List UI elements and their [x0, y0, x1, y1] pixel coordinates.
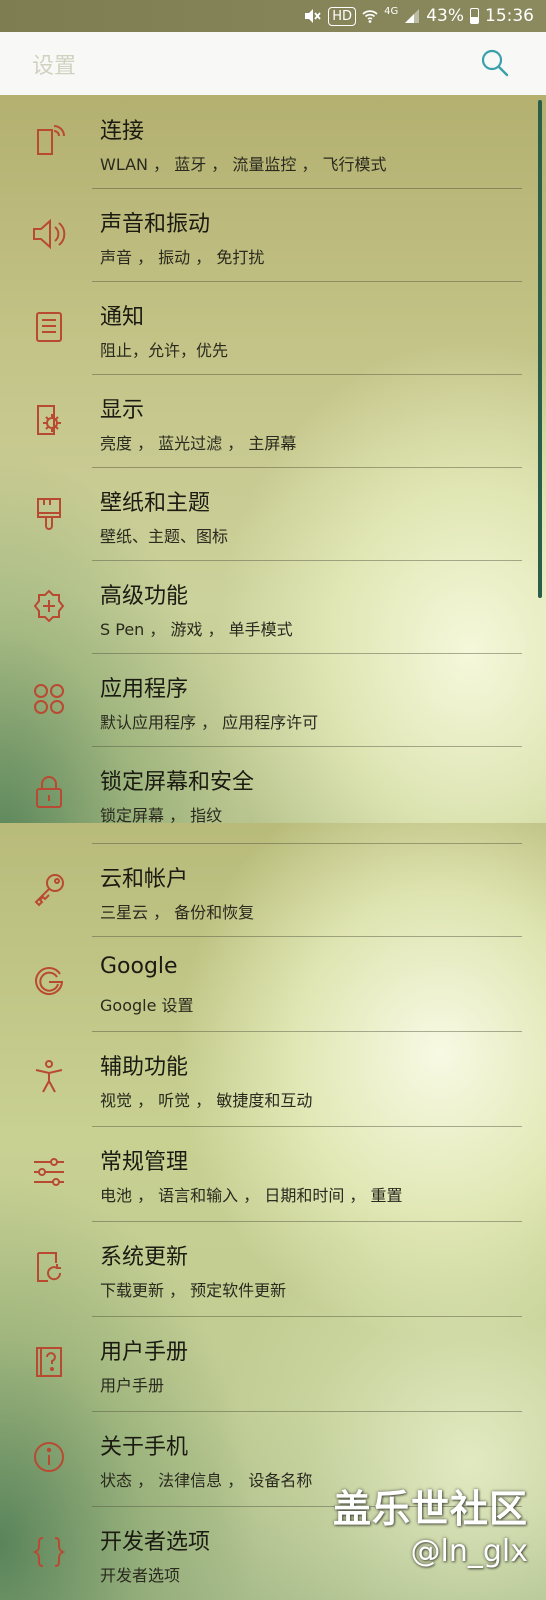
update-icon: [30, 1248, 68, 1286]
braces-icon: [30, 1533, 68, 1571]
item-title: 连接: [100, 119, 145, 144]
item-subtitle: S Pen ， 游戏 ， 单手模式: [100, 620, 293, 639]
item-title: 通知: [100, 305, 145, 330]
settings-item-connections[interactable]: 连接 WLAN ， 蓝牙 ， 流量监控 ， 飞行模式: [0, 95, 522, 188]
settings-item-apps[interactable]: 应用程序 默认应用程序 ， 应用程序许可: [0, 653, 522, 746]
accessibility-icon: [30, 1058, 68, 1096]
item-subtitle: 电池 ， 语言和输入 ， 日期和时间 ， 重置: [100, 1186, 403, 1205]
item-subtitle: 开发者选项: [100, 1566, 181, 1585]
item-subtitle: 状态 ， 法律信息 ， 设备名称: [100, 1471, 313, 1490]
cut-off-section: 锁定屏幕和安全 锁定屏幕 ， 指纹: [0, 746, 546, 823]
item-title: 应用程序: [100, 677, 189, 702]
item-title: 系统更新: [100, 1245, 189, 1270]
item-title: 辅助功能: [100, 1055, 189, 1080]
item-subtitle: 用户手册: [100, 1376, 165, 1395]
item-title: 壁纸和主题: [100, 491, 211, 516]
lock-icon: [30, 773, 68, 811]
watermark-handle: @ln_glx: [410, 1534, 528, 1569]
key-icon: [30, 870, 68, 908]
info-icon: [30, 1438, 68, 1476]
apps-icon: [30, 680, 68, 718]
item-title: 高级功能: [100, 584, 189, 609]
item-subtitle: 视觉 ， 听觉 ， 敏捷度和互动: [100, 1091, 313, 1110]
item-subtitle: 三星云 ， 备份和恢复: [100, 903, 255, 922]
search-icon: [481, 49, 509, 77]
connections-icon: [30, 122, 68, 160]
item-subtitle: 声音 ， 振动 ， 免打扰: [100, 248, 265, 267]
clock: 15:36: [485, 6, 534, 26]
app-header: 设置: [0, 32, 546, 95]
signal-icon: [404, 8, 420, 24]
item-title: 关于手机: [100, 1435, 189, 1460]
sound-icon: [30, 215, 68, 253]
item-subtitle: 阻止，允许，优先: [100, 341, 229, 360]
settings-item-user-manual[interactable]: 用户手册 用户手册: [0, 1316, 522, 1409]
item-title: 用户手册: [100, 1340, 189, 1365]
scrollbar[interactable]: [538, 100, 542, 598]
wifi-icon: [362, 8, 378, 24]
settings-item-notifications[interactable]: 通知 阻止，允许，优先: [0, 281, 522, 374]
settings-item-display[interactable]: 显示 亮度 ， 蓝光过滤 ， 主屏幕: [0, 374, 522, 467]
settings-item-lockscreen[interactable]: 锁定屏幕和安全 锁定屏幕 ， 指纹: [0, 746, 522, 823]
item-subtitle: Google 设置: [100, 996, 194, 1015]
settings-item-advanced[interactable]: 高级功能 S Pen ， 游戏 ， 单手模式: [0, 560, 522, 653]
settings-item-accessibility[interactable]: 辅助功能 视觉 ， 听觉 ， 敏捷度和互动: [0, 1031, 522, 1124]
settings-item-sound[interactable]: 声音和振动 声音 ， 振动 ， 免打扰: [0, 188, 522, 281]
settings-item-general-management[interactable]: 常规管理 电池 ， 语言和输入 ， 日期和时间 ， 重置: [0, 1126, 522, 1219]
item-title: 显示: [100, 398, 145, 423]
mute-icon: [304, 8, 322, 24]
item-title: 常规管理: [100, 1150, 189, 1175]
google-icon: [30, 963, 68, 1001]
item-subtitle: WLAN ， 蓝牙 ， 流量监控 ， 飞行模式: [100, 155, 387, 174]
settings-item-software-update[interactable]: 系统更新 下载更新 ， 预定软件更新: [0, 1221, 522, 1314]
item-subtitle: 壁纸、主题、图标: [100, 527, 229, 546]
settings-item-themes[interactable]: 壁纸和主题 壁纸、主题、图标: [0, 467, 522, 560]
battery-percent: 43%: [426, 6, 464, 26]
hd-badge: HD: [328, 6, 357, 26]
search-button[interactable]: [478, 46, 512, 80]
item-title: Google: [100, 954, 178, 979]
display-icon: [30, 401, 68, 439]
item-title: 云和帐户: [100, 867, 189, 892]
network-type: 4G: [384, 5, 399, 17]
item-subtitle: 默认应用程序 ， 应用程序许可: [100, 713, 319, 732]
item-subtitle: 锁定屏幕 ， 指纹: [100, 806, 223, 823]
manual-icon: [30, 1343, 68, 1381]
page-title: 设置: [32, 54, 77, 79]
sliders-icon: [30, 1153, 68, 1191]
advanced-gear-icon: [30, 587, 68, 625]
brush-icon: [30, 494, 68, 532]
item-subtitle: 亮度 ， 蓝光过滤 ， 主屏幕: [100, 434, 297, 453]
watermark-community: 盖乐世社区: [332, 1487, 528, 1531]
item-title: 开发者选项: [100, 1530, 211, 1555]
item-subtitle: 下载更新 ， 预定软件更新: [100, 1281, 287, 1300]
notification-icon: [30, 308, 68, 346]
battery-icon: [470, 8, 479, 24]
settings-item-google[interactable]: Google Google 设置: [0, 936, 522, 1029]
status-bar: HD 4G 43% 15:36: [0, 0, 546, 32]
item-title: 锁定屏幕和安全: [100, 770, 255, 795]
item-title: 声音和振动: [100, 212, 211, 237]
settings-item-cloud[interactable]: 云和帐户 三星云 ， 备份和恢复: [0, 843, 522, 936]
